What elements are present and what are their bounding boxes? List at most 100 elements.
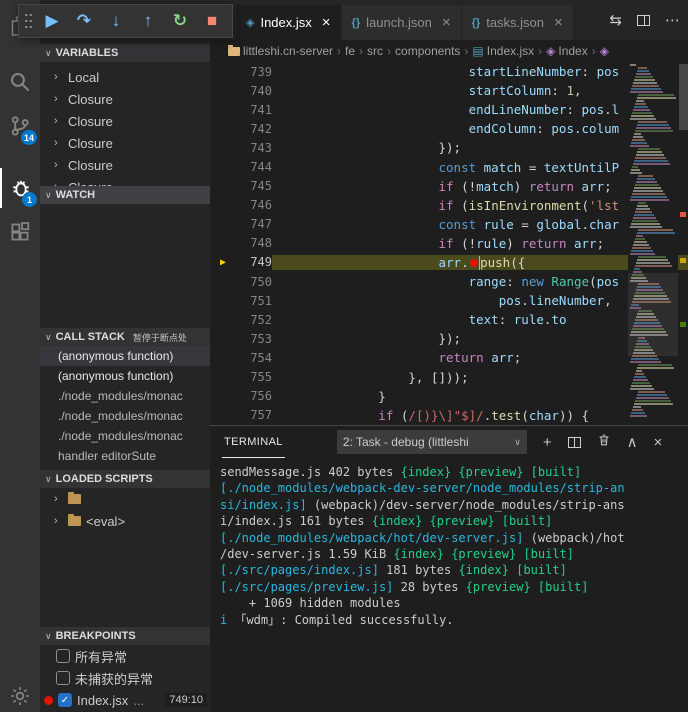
minimap-line (635, 400, 671, 402)
variables-scope-row[interactable]: ›Closure (40, 154, 210, 176)
variables-scope-row[interactable]: ›Closure (40, 88, 210, 110)
code-line[interactable]: 744 const match = textUntilP (210, 157, 688, 176)
breakpoint-row[interactable]: 未捕获的异常 (40, 667, 210, 689)
code-line[interactable]: 755}, [])); (210, 368, 688, 387)
code-line[interactable]: 743}); (210, 138, 688, 157)
terminal-line: sendMessage.js 402 bytes {index} {previe… (220, 465, 582, 479)
terminal-output[interactable]: sendMessage.js 402 bytes {index} {previe… (210, 458, 688, 628)
code-line[interactable]: 740 startColumn: 1, (210, 81, 688, 100)
close-icon[interactable]: × (554, 14, 563, 31)
search-icon[interactable] (0, 62, 40, 102)
restart-button[interactable]: ↻ (164, 7, 196, 35)
call-stack-frame[interactable]: ./node_modules/monac (40, 406, 210, 426)
variables-scope-row[interactable]: › Local (40, 66, 210, 88)
breakpoint-checkbox[interactable]: ✓ (58, 693, 72, 707)
minimap-line (638, 94, 674, 96)
step-out-button[interactable]: ↑ (132, 7, 164, 35)
variables-pane-header[interactable]: ∨ VARIABLES (40, 44, 210, 62)
close-panel-icon[interactable]: × (654, 434, 663, 451)
code-line[interactable]: 752 text: rule.to (210, 310, 688, 329)
variables-scope-row[interactable]: ›Closure (40, 176, 210, 187)
code-line[interactable]: 745 if (!match) return arr; (210, 177, 688, 196)
breadcrumb-item[interactable]: ▤ Index.jsx (472, 44, 534, 58)
variables-scope-row[interactable]: ›Closure (40, 132, 210, 154)
close-icon[interactable]: × (322, 14, 331, 31)
breadcrumb-label: fe (345, 44, 356, 58)
minimap-slider[interactable] (628, 272, 678, 357)
tab-tasks-json[interactable]: {} tasks.json × (461, 5, 574, 40)
call-stack-frame[interactable]: (anonymous function) (40, 366, 210, 386)
terminal-selector[interactable]: 2: Task - debug (littleshi ∨ (336, 430, 527, 454)
debug-current-line-arrow-icon[interactable]: ▶ (210, 257, 236, 268)
code-line[interactable]: 741 endLineNumber: pos.l (210, 100, 688, 119)
call-stack-frame[interactable]: ./node_modules/monac (40, 386, 210, 406)
breakpoints-pane-header[interactable]: ∨ BREAKPOINTS (40, 627, 210, 645)
minimap-line (632, 112, 652, 114)
code-line[interactable]: 754 return arr; (210, 348, 688, 367)
code-line[interactable]: 750 range: new Range(pos (210, 272, 688, 291)
file-type-icon: {} (351, 16, 361, 29)
code-line[interactable]: 746 if (isInEnvironment('lst (210, 196, 688, 215)
code-line[interactable]: 739 startLineNumber: pos (210, 62, 688, 81)
source-control-icon[interactable]: 14 (0, 106, 40, 146)
kill-terminal-icon[interactable] (597, 433, 611, 451)
breakpoint-checkbox[interactable] (56, 649, 70, 663)
breadcrumb-item[interactable]: fe (345, 44, 355, 58)
code-line[interactable]: 742 endColumn: pos.colum (210, 119, 688, 138)
code-line[interactable]: 748 if (!rule) return arr; (210, 234, 688, 253)
breadcrumb-item[interactable]: ◈ (600, 44, 609, 58)
code-editor[interactable]: 739 startLineNumber: pos 740 startColumn: 1… (210, 62, 688, 425)
chevron-right-icon: › (54, 93, 58, 105)
maximize-panel-icon[interactable]: ∧ (627, 433, 638, 451)
code-line[interactable]: 753}); (210, 329, 688, 348)
tab-launch-json[interactable]: {} launch.json × (341, 5, 462, 40)
breadcrumb-item[interactable]: src (367, 44, 383, 58)
breakpoint-location: 749:10 (165, 693, 207, 707)
more-actions-icon[interactable]: ⋯ (665, 11, 680, 29)
minimap-line (637, 394, 667, 396)
toggle-layout-icon[interactable]: ⇆ (609, 11, 622, 29)
breadcrumb-item[interactable]: ◈ Index (546, 44, 588, 58)
code-line[interactable]: 747 const rule = global.char (210, 215, 688, 234)
tab-index-jsx[interactable]: ◈ Index.jsx × (236, 5, 342, 40)
call-stack-pane-header[interactable]: ∨ CALL STACK 暂停于断点处 (40, 328, 210, 346)
step-into-button[interactable]: ↓ (100, 7, 132, 35)
extensions-icon[interactable] (0, 212, 40, 252)
variables-scope-row[interactable]: ›Closure (40, 110, 210, 132)
breadcrumb-separator-icon: › (591, 44, 596, 58)
minimap[interactable] (628, 62, 678, 425)
breakpoint-row[interactable]: ✓ Index.jsx... 749:10 (40, 689, 210, 711)
inline-breakpoint-icon[interactable] (469, 259, 478, 268)
minimap-line (636, 235, 643, 237)
loaded-script-row[interactable]: › <eval> (40, 510, 210, 532)
code-line[interactable]: 751 pos.lineNumber, (210, 291, 688, 310)
chevron-right-icon: › (54, 159, 58, 171)
breakpoint-checkbox[interactable] (56, 671, 70, 685)
code-line[interactable]: ▶ 749 arr. push({ (210, 253, 688, 272)
new-terminal-icon[interactable]: + (543, 434, 552, 451)
step-over-button[interactable]: ↷ (68, 7, 100, 35)
code-line[interactable]: 756} (210, 387, 688, 406)
stop-button[interactable]: ■ (196, 7, 228, 35)
code-line[interactable]: 757 if (/[)}\]"$]/.test(char)) { (210, 406, 688, 425)
breakpoint-row[interactable]: 所有异常 (40, 645, 210, 667)
close-icon[interactable]: × (442, 14, 451, 31)
call-stack-frame[interactable]: handler editorSute (40, 446, 210, 466)
continue-button[interactable]: ▶ (36, 7, 68, 35)
split-editor-icon[interactable] (637, 14, 650, 26)
breadcrumb-item[interactable]: littleshi.cn-server (228, 44, 333, 58)
terminal-tab[interactable]: TERMINAL (222, 426, 285, 458)
editor-scrollbar[interactable] (679, 64, 688, 130)
loaded-scripts-pane-header[interactable]: ∨ LOADED SCRIPTS (40, 470, 210, 488)
minimap-line (632, 409, 643, 411)
loaded-script-row[interactable]: › (40, 488, 210, 510)
watch-pane-header[interactable]: ∨ WATCH (40, 186, 210, 204)
run-and-debug-icon[interactable]: 1 (0, 168, 40, 208)
toolbar-drag-handle[interactable] (24, 12, 33, 30)
call-stack-frame[interactable]: ./node_modules/monac (40, 426, 210, 446)
call-stack-frame[interactable]: (anonymous function) (40, 346, 210, 366)
settings-gear-icon[interactable] (0, 676, 40, 712)
breadcrumb-item[interactable]: components (395, 44, 460, 58)
warning-mark (680, 258, 686, 263)
split-terminal-icon[interactable] (567, 436, 581, 448)
